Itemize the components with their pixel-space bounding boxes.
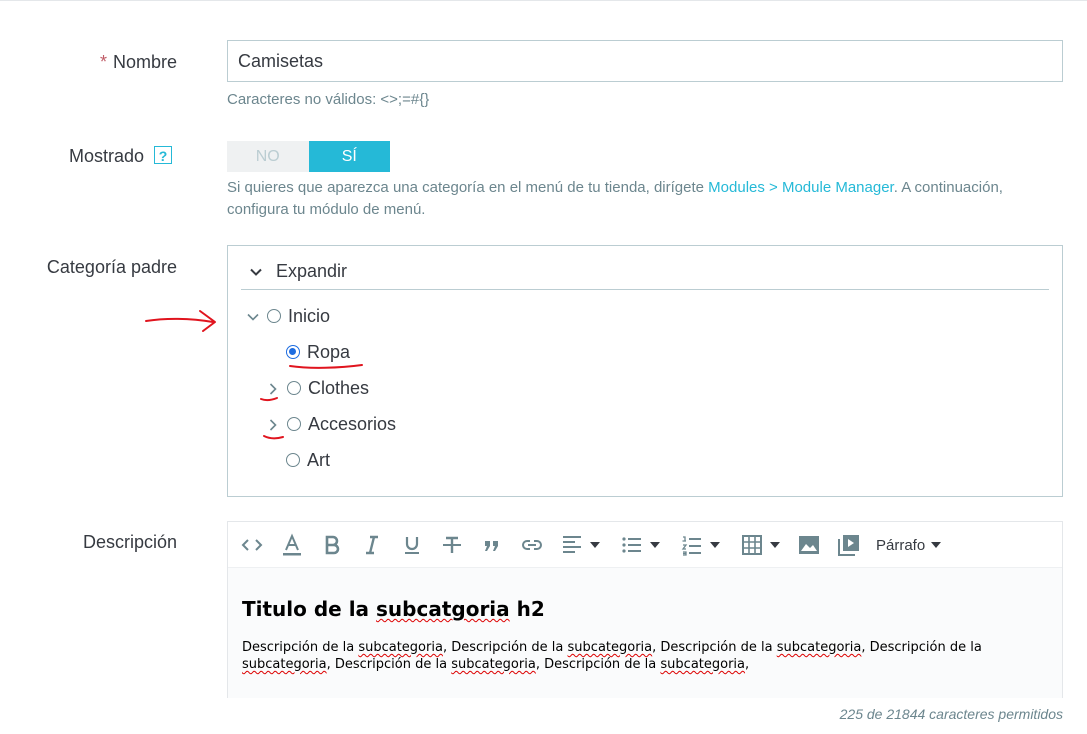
bullet-list-dropdown-caret[interactable] <box>650 542 660 548</box>
radio-accesorios[interactable] <box>287 416 301 431</box>
name-input[interactable] <box>227 40 1063 82</box>
module-manager-link[interactable]: Modules > Module Manager <box>708 179 894 196</box>
paragraph-text: , <box>745 657 750 672</box>
chevron-right-icon[interactable] <box>265 381 281 397</box>
paragraph-word: subcategoria <box>242 657 327 672</box>
top-divider <box>0 0 1087 1</box>
displayed-hint: Si quieres que aparezca una categoría en… <box>227 177 1003 221</box>
parent-category-label: Categoría padre <box>46 257 177 277</box>
media-icon[interactable] <box>837 533 861 557</box>
radio-clothes[interactable] <box>287 380 301 395</box>
paragraph-text: , Descripción de la <box>535 657 661 672</box>
paragraph-text: , Descripción de la <box>442 640 568 655</box>
tree-item-inicio[interactable]: Inicio <box>245 306 330 327</box>
radio-ropa[interactable] <box>286 344 300 359</box>
help-icon[interactable]: ? <box>154 146 172 164</box>
paragraph-text: , Descripción de la <box>326 657 452 672</box>
content-paragraph: Descripción de la subcategoria, Descripc… <box>242 639 1042 673</box>
chevron-right-icon[interactable] <box>265 417 281 433</box>
editor-content[interactable]: Titulo de la subcatgoria h2 Descripción … <box>228 567 1062 698</box>
displayed-switch[interactable]: NO SÍ <box>227 141 390 172</box>
required-mark: * <box>99 52 107 72</box>
name-label-text: Nombre <box>112 52 177 72</box>
table-dropdown-caret[interactable] <box>770 542 780 548</box>
category-tree: Expandir Inicio Ropa Clothes Accesorios … <box>227 245 1063 497</box>
bold-icon[interactable] <box>320 533 344 557</box>
radio-inicio[interactable] <box>267 308 281 323</box>
format-label: Párrafo <box>876 536 926 554</box>
format-dropdown-caret[interactable] <box>931 542 942 548</box>
paragraph-text: , Descripción de la <box>652 640 777 655</box>
format-select[interactable]: Párrafo <box>876 533 942 557</box>
heading-text-end: h2 <box>509 597 545 621</box>
tree-item-label: Inicio <box>288 306 331 326</box>
editor-toolbar: Párrafo <box>228 522 1062 567</box>
switch-yes-option[interactable]: SÍ <box>308 141 390 172</box>
code-icon[interactable] <box>240 533 264 557</box>
text-color-icon[interactable] <box>280 533 304 557</box>
switch-no-option[interactable]: NO <box>227 141 309 172</box>
link-icon[interactable] <box>520 533 544 557</box>
underline-icon[interactable] <box>400 533 424 557</box>
paragraph-text: Descripción de la <box>242 640 359 655</box>
hint-line2: configura tu módulo de menú. <box>227 201 426 218</box>
tree-item-clothes[interactable]: Clothes <box>265 378 369 399</box>
expand-label: Expandir <box>276 261 348 281</box>
tree-item-label: Clothes <box>308 378 370 398</box>
heading-text-misspelled: subcatgoria <box>376 597 510 621</box>
displayed-label: Mostrado? <box>69 146 172 167</box>
strikethrough-icon[interactable] <box>440 533 464 557</box>
tree-item-art[interactable]: Art <box>286 450 330 471</box>
tree-item-accesorios[interactable]: Accesorios <box>265 414 396 435</box>
name-label: * Nombre <box>100 52 177 73</box>
table-icon[interactable] <box>740 533 780 557</box>
italic-icon[interactable] <box>360 533 384 557</box>
character-counter: 225 de 21844 caracteres permitidos <box>839 706 1063 722</box>
paragraph-word: subcategoria <box>776 640 862 655</box>
paragraph-text: , Descripción de la <box>861 640 982 655</box>
numbered-list-dropdown-caret[interactable] <box>710 542 720 548</box>
hint-text: Si quieres que aparezca una categoría en… <box>227 179 709 196</box>
paragraph-word: subcategoria <box>451 657 536 672</box>
content-heading: Titulo de la subcatgoria h2 <box>242 597 545 621</box>
rich-text-editor: Párrafo Titulo de la subcatgoria h2 Desc… <box>227 521 1063 698</box>
blockquote-icon[interactable] <box>480 533 504 557</box>
hint-text-after: . A continuación, <box>893 179 1003 196</box>
tree-item-label: Art <box>307 450 331 470</box>
description-label: Descripción <box>82 532 177 552</box>
expand-all-button[interactable]: Expandir <box>248 261 347 282</box>
paragraph-word: subcategoria <box>358 640 443 655</box>
paragraph-word: subcategoria <box>567 640 653 655</box>
heading-text: Titulo de la <box>242 597 377 621</box>
radio-art[interactable] <box>286 452 300 467</box>
align-icon[interactable] <box>560 533 600 557</box>
align-dropdown-caret[interactable] <box>590 542 600 548</box>
chevron-down-icon[interactable] <box>245 309 261 325</box>
tree-item-label: Ropa <box>307 342 351 362</box>
displayed-label-text: Mostrado <box>68 146 144 166</box>
chevron-down-icon <box>250 268 262 276</box>
image-icon[interactable] <box>797 533 821 557</box>
bullet-list-icon[interactable] <box>620 533 660 557</box>
tree-item-label: Accesorios <box>308 414 397 434</box>
name-hint: Caracteres no válidos: <>;=#{} <box>227 91 430 108</box>
paragraph-word: subcategoria <box>660 657 746 672</box>
tree-item-ropa[interactable]: Ropa <box>286 342 350 363</box>
annotation-arrow <box>145 310 216 332</box>
tree-divider <box>241 289 1049 290</box>
numbered-list-icon[interactable] <box>680 533 720 557</box>
